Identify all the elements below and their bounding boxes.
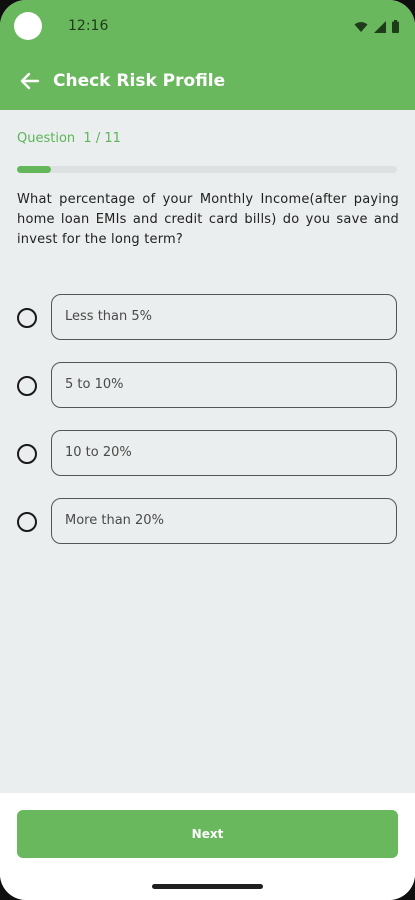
footer: Next	[0, 793, 415, 875]
option-label: 10 to 20%	[65, 445, 132, 460]
option-item[interactable]: 5 to 10%	[15, 362, 399, 410]
question-counter: Question 1 / 11	[17, 131, 121, 146]
radio-button[interactable]	[17, 376, 37, 396]
home-indicator[interactable]	[152, 884, 263, 889]
battery-icon	[392, 18, 399, 37]
camera-cutout	[14, 12, 42, 40]
option-label: 5 to 10%	[65, 377, 124, 392]
arrow-left-icon[interactable]	[18, 69, 42, 93]
status-bar: 12:16	[0, 0, 415, 52]
radio-button[interactable]	[17, 512, 37, 532]
app-screen: 12:16 Check Risk Profile Question 1 / 11…	[0, 0, 415, 900]
option-card[interactable]: 10 to 20%	[51, 430, 397, 476]
question-text: What percentage of your Monthly Income(a…	[17, 192, 399, 247]
option-item[interactable]: Less than 5%	[15, 294, 399, 342]
page-title: Check Risk Profile	[53, 71, 226, 91]
radio-button[interactable]	[17, 444, 37, 464]
radio-button[interactable]	[17, 308, 37, 328]
progress-bar	[17, 166, 397, 173]
wifi-icon	[354, 18, 368, 37]
option-item[interactable]: More than 20%	[15, 498, 399, 546]
status-time: 12:16	[68, 18, 109, 34]
option-card[interactable]: Less than 5%	[51, 294, 397, 340]
next-button[interactable]: Next	[17, 810, 398, 858]
status-icons	[354, 18, 399, 37]
navigation-bar	[0, 875, 415, 900]
progress-fill	[17, 166, 52, 173]
option-card[interactable]: More than 20%	[51, 498, 397, 544]
option-label: More than 20%	[65, 513, 164, 528]
app-bar: Check Risk Profile	[0, 52, 415, 110]
signal-icon	[374, 18, 386, 37]
option-label: Less than 5%	[65, 309, 152, 324]
option-item[interactable]: 10 to 20%	[15, 430, 399, 478]
option-card[interactable]: 5 to 10%	[51, 362, 397, 408]
